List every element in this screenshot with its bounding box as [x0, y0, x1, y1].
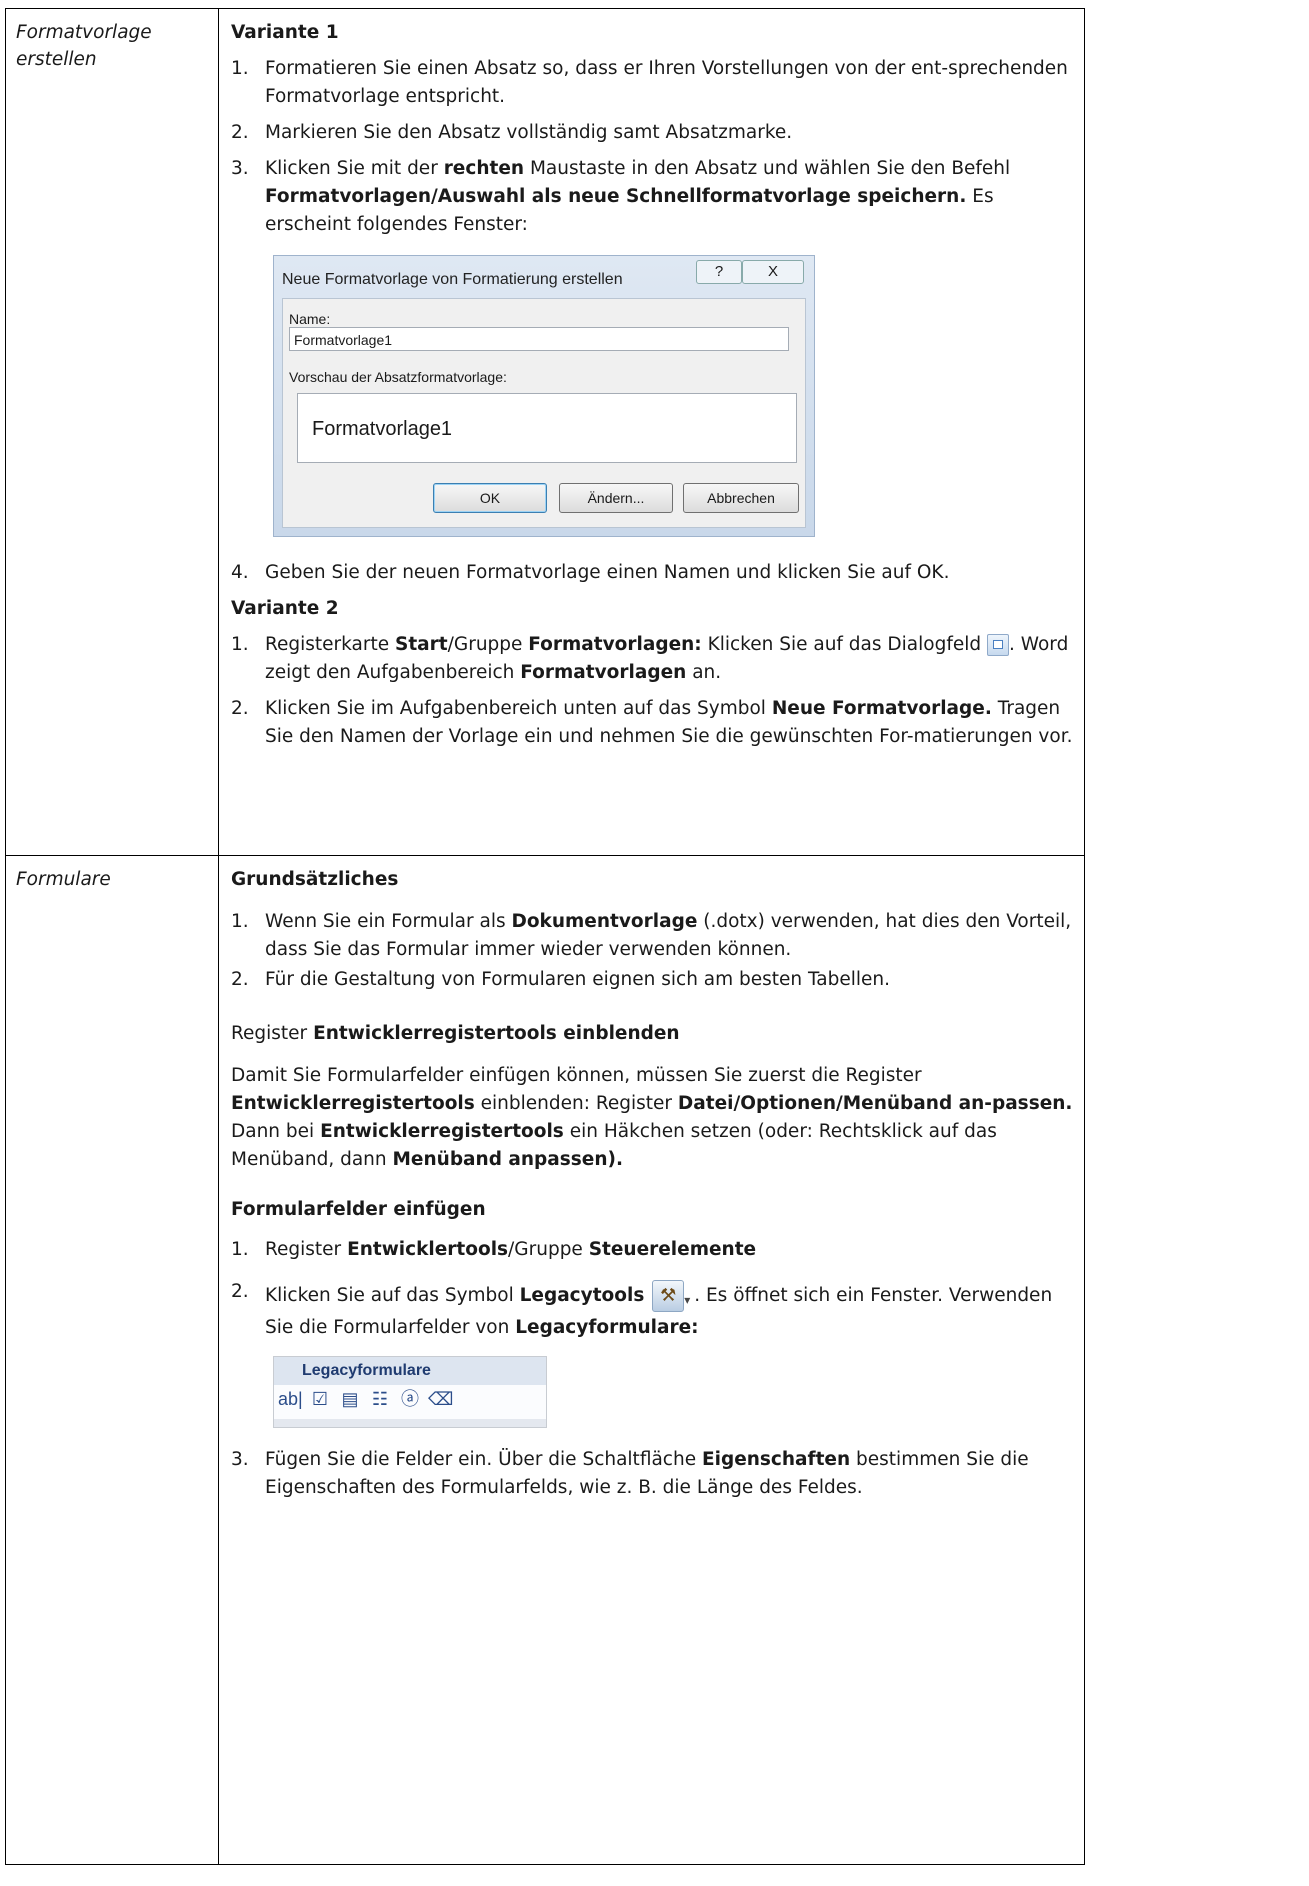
legacy-tools-icon: ⚒ ▾	[650, 1278, 694, 1314]
help-button[interactable]: ?	[696, 260, 742, 284]
term-label: Formulare	[16, 869, 111, 890]
term-line2: erstellen	[16, 49, 97, 70]
item-number: 2.	[231, 122, 249, 143]
list-item: 2. Markieren Sie den Absatz vollständig …	[231, 119, 1076, 147]
register-line: Register Entwicklerregistertools einblen…	[231, 1023, 680, 1044]
text-field-icon[interactable]: ab|	[278, 1389, 303, 1409]
term-cell: Formatvorlage erstellen	[5, 8, 219, 856]
variant2-heading: Variante 2	[231, 598, 339, 619]
legacy-forms-bottom	[274, 1419, 546, 1427]
item-number: 2.	[231, 698, 249, 719]
dropdown-field-icon[interactable]: ▤	[338, 1389, 362, 1409]
basics-heading: Grundsätzliches	[231, 869, 399, 890]
instructions-paragraph: Damit Sie Formularfelder einfügen können…	[231, 1065, 1073, 1170]
table-row: Formatvorlage erstellen Variante 1 1. Fo…	[5, 8, 1085, 856]
change-button[interactable]: Ändern...	[559, 483, 673, 513]
list-item: 1. Formatieren Sie einen Absatz so, dass…	[231, 55, 1076, 111]
insert-frame-icon[interactable]: ☷	[368, 1389, 392, 1409]
checkbox-icon[interactable]: ☑	[308, 1389, 332, 1409]
dialog-screenshot: Neue Formatvorlage von Formatierung erst…	[273, 255, 815, 537]
name-input[interactable]: Formatvorlage1	[289, 327, 789, 351]
list-item: 2. Für die Gestaltung von Formularen eig…	[231, 966, 1076, 994]
ok-button[interactable]: OK	[433, 483, 547, 513]
term-line1: Formatvorlage	[16, 22, 152, 43]
item-text: Register Entwicklertools/Gruppe Steuerel…	[265, 1239, 757, 1260]
item-number: 4.	[231, 562, 249, 583]
dialog-launcher-icon	[987, 634, 1009, 656]
legacy-forms-icons: ab| ☑ ▤ ☷ ⓐ ⌫	[278, 1389, 453, 1409]
cancel-button[interactable]: Abbrechen	[683, 483, 799, 513]
item-text: Fügen Sie die Felder ein. Über die Schal…	[265, 1449, 1029, 1498]
list-item: 1. Wenn Sie ein Formular als Dokumentvor…	[231, 908, 1076, 964]
fields-heading: Formularfelder einfügen	[231, 1199, 486, 1220]
table-row: Formulare Grundsätzliches 1. Wenn Sie ei…	[5, 855, 1085, 1865]
item-number: 2.	[231, 969, 249, 990]
content-cell: Variante 1 1. Formatieren Sie einen Absa…	[218, 8, 1085, 856]
item-text: Registerkarte Start/Gruppe Formatvorlage…	[265, 634, 1069, 683]
item-text: Markieren Sie den Absatz vollständig sam…	[265, 122, 793, 143]
term-label: Formatvorlage erstellen	[6, 9, 218, 73]
list-item: 4. Geben Sie der neuen Formatvorlage ein…	[231, 559, 1076, 587]
item-number: 3.	[231, 158, 249, 179]
list-item: 3. Klicken Sie mit der rechten Maustaste…	[231, 155, 1076, 239]
list-item: 2. Klicken Sie auf das Symbol Legacytool…	[231, 1278, 1076, 1342]
dialog-body: Name: Formatvorlage1 Vorschau der Absatz…	[282, 298, 806, 528]
item-number: 1.	[231, 58, 249, 79]
item-text: Wenn Sie ein Formular als Dokumentvorlag…	[265, 911, 1072, 960]
list-item: 3. Fügen Sie die Felder ein. Über die Sc…	[231, 1446, 1076, 1502]
legacy-forms-screenshot: Legacyformulare ab| ☑ ▤ ☷ ⓐ ⌫	[273, 1356, 547, 1428]
item-number: 1.	[231, 911, 249, 932]
field-shading-icon[interactable]: ⓐ	[398, 1389, 422, 1409]
term-cell: Formulare	[5, 855, 219, 1865]
item-number: 3.	[231, 1449, 249, 1470]
preview-box: Formatvorlage1	[297, 393, 797, 463]
dialog-title: Neue Formatvorlage von Formatierung erst…	[282, 271, 623, 288]
item-number: 1.	[231, 1239, 249, 1260]
content-cell: Grundsätzliches 1. Wenn Sie ein Formular…	[218, 855, 1085, 1865]
close-button[interactable]: X	[742, 260, 804, 284]
item-number: 2.	[231, 1281, 249, 1302]
preview-label: Vorschau der Absatzformatvorlage:	[289, 369, 507, 385]
item-text: Geben Sie der neuen Formatvorlage einen …	[265, 562, 950, 583]
list-item: 2. Klicken Sie im Aufgabenbereich unten …	[231, 695, 1076, 751]
item-number: 1.	[231, 634, 249, 655]
list-item: 1. Registerkarte Start/Gruppe Formatvorl…	[231, 631, 1076, 687]
reference-table: Formatvorlage erstellen Variante 1 1. Fo…	[5, 8, 1085, 1865]
legacy-forms-header: Legacyformulare	[274, 1357, 546, 1385]
item-text: Formatieren Sie einen Absatz so, dass er…	[265, 58, 1068, 107]
item-text: Klicken Sie auf das Symbol Legacytools ⚒…	[265, 1278, 1076, 1342]
variant1-heading: Variante 1	[231, 22, 339, 43]
item-text: Klicken Sie mit der rechten Maustaste in…	[265, 158, 1011, 235]
item-text: Für die Gestaltung von Formularen eignen…	[265, 969, 891, 990]
reset-form-fields-icon[interactable]: ⌫	[428, 1389, 453, 1409]
list-item: 1. Register Entwicklertools/Gruppe Steue…	[231, 1236, 1076, 1264]
item-text: Klicken Sie im Aufgabenbereich unten auf…	[265, 698, 1073, 747]
